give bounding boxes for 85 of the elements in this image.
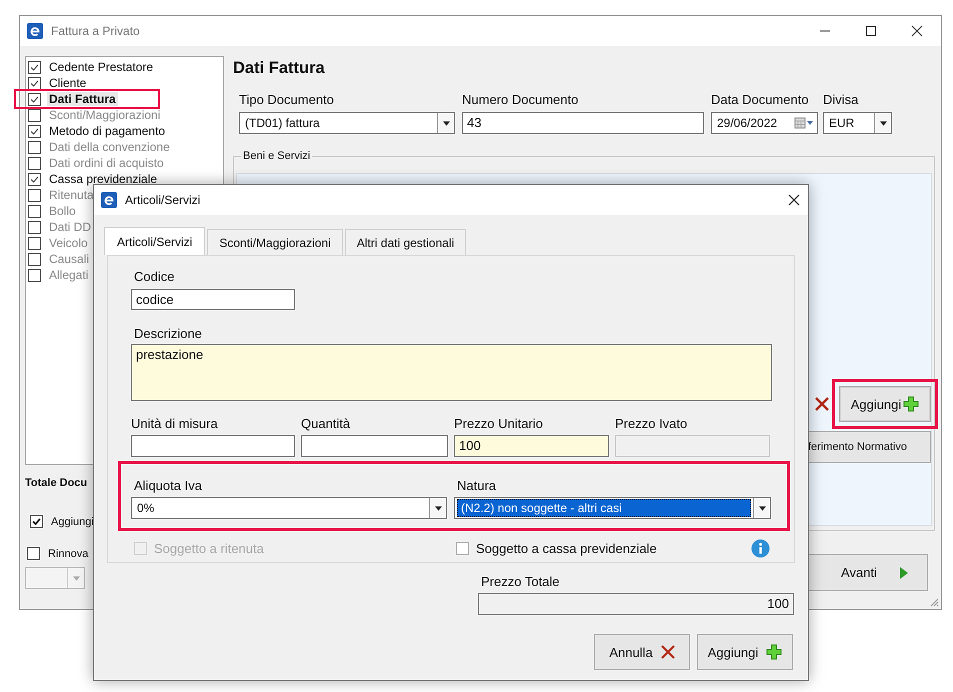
- checkbox[interactable]: [28, 236, 41, 250]
- app-logo-icon: [101, 192, 117, 208]
- checkbox[interactable]: [28, 220, 41, 234]
- section-item[interactable]: Causali: [47, 252, 92, 266]
- x-icon: [660, 645, 675, 659]
- plus-icon: [766, 644, 782, 660]
- field-label: Tipo Documento: [239, 92, 335, 107]
- field-label: Codice: [133, 269, 176, 284]
- field-label: Quantità: [301, 416, 352, 431]
- app-logo-icon: [27, 23, 43, 39]
- caret-icon: [880, 120, 886, 126]
- text-area[interactable]: prestazione: [131, 344, 772, 401]
- close-icon[interactable]: [788, 194, 800, 206]
- section-item[interactable]: Cedente Prestatore: [47, 60, 156, 74]
- checkmark-icon: [31, 516, 42, 527]
- field-label: Aliquota Iva: [133, 478, 203, 493]
- add-button[interactable]: Aggiungi: [697, 634, 793, 670]
- input-field[interactable]: 43: [462, 112, 704, 134]
- field-label: Descrizione: [133, 326, 203, 341]
- section-heading: Dati Fattura: [233, 58, 326, 79]
- checkbox[interactable]: [28, 204, 41, 218]
- cancel-button[interactable]: Annulla: [594, 634, 690, 670]
- section-item[interactable]: Dati Fattura: [47, 92, 118, 106]
- field-label: Unità di misura: [131, 416, 219, 431]
- checkbox[interactable]: [28, 172, 41, 186]
- dialog-title: Articoli/Servizi: [125, 193, 200, 207]
- tab[interactable]: Sconti/Maggiorazioni: [207, 229, 343, 255]
- section-item[interactable]: Cassa previdenziale: [47, 172, 160, 186]
- dropdown[interactable]: 0%: [131, 497, 447, 519]
- total-label: Totale Docu: [25, 477, 88, 489]
- checkbox-label: Soggetto a ritenuta: [154, 541, 264, 556]
- total-field: 100: [478, 593, 794, 615]
- maximize-icon[interactable]: [865, 25, 877, 37]
- checkbox-label: Soggetto a cassa previdenziale: [476, 541, 657, 556]
- field-label: Prezzo Ivato: [615, 416, 688, 431]
- checkbox[interactable]: [456, 542, 469, 555]
- checkbox[interactable]: [30, 515, 43, 528]
- checkbox[interactable]: [28, 188, 41, 202]
- caret-icon: [442, 120, 450, 126]
- input-field[interactable]: [301, 435, 448, 457]
- input-field[interactable]: 100: [454, 435, 609, 457]
- section-item[interactable]: Metodo di pagamento: [47, 124, 168, 138]
- resize-grip-icon[interactable]: [929, 597, 939, 607]
- input-field[interactable]: codice: [131, 289, 295, 310]
- field-label: Data Documento: [711, 92, 810, 107]
- next-button[interactable]: Avanti: [808, 554, 928, 591]
- option-label: Rinnova: [48, 548, 88, 560]
- checkbox[interactable]: [28, 60, 41, 74]
- add-button[interactable]: Aggiungi: [839, 386, 931, 422]
- group-title: Beni e Servizi: [241, 150, 312, 162]
- field-label: Numero Documento: [462, 92, 580, 107]
- section-item[interactable]: Veicolo: [47, 236, 90, 250]
- section-item[interactable]: Ritenuta: [47, 188, 96, 202]
- checkbox[interactable]: [28, 92, 41, 106]
- checkbox[interactable]: [28, 268, 41, 282]
- checkbox[interactable]: [28, 140, 41, 154]
- checkbox[interactable]: [28, 156, 41, 170]
- caret-icon: [434, 506, 442, 510]
- plus-icon: [903, 396, 920, 412]
- delete-icon[interactable]: [815, 397, 829, 411]
- close-icon[interactable]: [911, 25, 923, 37]
- info-icon[interactable]: [751, 539, 770, 558]
- field-label: Divisa: [823, 92, 860, 107]
- checkbox[interactable]: [27, 547, 40, 560]
- option-label: Aggiungi: [51, 516, 94, 528]
- field-label: Prezzo Totale: [480, 574, 561, 589]
- checkbox[interactable]: [28, 76, 41, 90]
- calendar-icon: [794, 117, 814, 129]
- window-title: Fattura a Privato: [51, 24, 140, 38]
- dropdown[interactable]: EUR: [823, 112, 892, 134]
- tab[interactable]: Altri dati gestionali: [344, 229, 466, 255]
- play-icon: [898, 566, 909, 580]
- caret-icon: [72, 576, 80, 580]
- input-field[interactable]: [131, 435, 295, 457]
- checkbox[interactable]: [28, 124, 41, 138]
- dropdown[interactable]: (TD01) fattura: [239, 112, 455, 134]
- date-picker[interactable]: 29/06/2022: [711, 112, 818, 134]
- checkbox[interactable]: [28, 252, 41, 266]
- field-label: Prezzo Unitario: [454, 416, 544, 431]
- dropdown[interactable]: (N2.2) non soggette - altri casi: [454, 497, 771, 519]
- caret-icon: [758, 506, 766, 510]
- checkbox[interactable]: [28, 108, 41, 122]
- field-label: Natura: [456, 478, 498, 493]
- section-item[interactable]: Cliente: [47, 76, 88, 90]
- tab[interactable]: Articoli/Servizi: [104, 227, 206, 255]
